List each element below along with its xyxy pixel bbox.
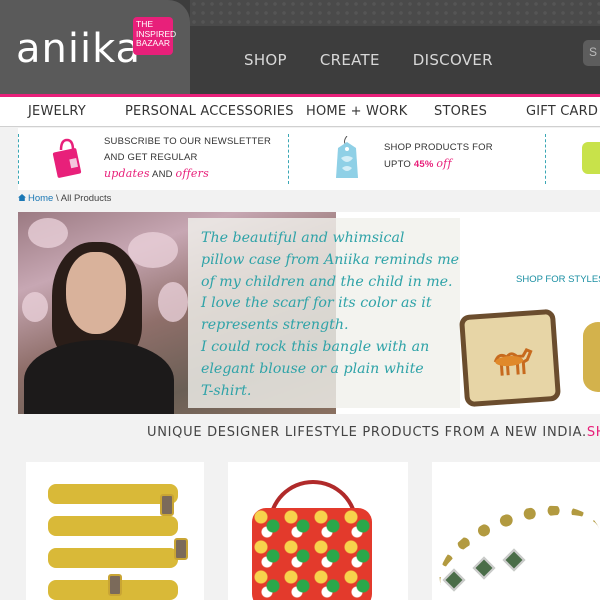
home-icon xyxy=(18,194,26,201)
nav-discover[interactable]: DISCOVER xyxy=(413,51,493,69)
logo-tag-line: BAZAAR xyxy=(136,38,171,48)
quote-line: pillow case from Aniika reminds me xyxy=(201,251,460,268)
newsletter-promo[interactable]: SUBSCRIBE TO OUR NEWSLETTER AND GET REGU… xyxy=(104,134,271,183)
camel-illustration xyxy=(493,347,533,376)
updates-text: updates xyxy=(104,167,150,180)
sale-percent: 45% xyxy=(413,159,434,170)
quote-line: elegant blouse or a plain white xyxy=(201,360,424,377)
nav-shop[interactable]: SHOP xyxy=(244,51,287,69)
promo-divider xyxy=(288,134,289,184)
cuff-band xyxy=(48,516,178,536)
quote-line: of my children and the child in me. xyxy=(201,273,453,290)
quote-line: I could rock this bangle with an xyxy=(201,338,430,355)
newsletter-line: AND GET REGULAR xyxy=(104,152,198,163)
sale-line: SHOP PRODUCTS FOR xyxy=(384,142,493,153)
cuff-band xyxy=(48,548,178,568)
quote-line: I love the scarf for its color as it xyxy=(201,295,432,312)
quote-line: T-shirt. xyxy=(201,382,252,399)
embroidered-purse-image xyxy=(252,508,372,600)
sale-promo[interactable]: SHOP PRODUCTS FOR UPTO 45% off xyxy=(384,140,493,173)
logo[interactable]: aniika THE INSPIRED BAZAAR xyxy=(0,0,190,94)
gold-cuff-image xyxy=(48,484,188,600)
site-tagline: UNIQUE DESIGNER LIFESTYLE PRODUCTS FROM … xyxy=(147,425,600,440)
logo-wordmark: aniika xyxy=(16,26,142,72)
upto-text: UPTO xyxy=(384,159,412,170)
logo-tagline-badge: THE INSPIRED BAZAAR xyxy=(133,17,176,55)
breadcrumb-current: All Products xyxy=(60,193,112,204)
main-nav: SHOP CREATE DISCOVER xyxy=(244,51,493,69)
and-text: AND xyxy=(152,169,173,180)
product-card[interactable] xyxy=(26,462,204,600)
sale-line: UPTO 45% off xyxy=(384,156,493,173)
person-face xyxy=(66,252,126,334)
newsletter-line: SUBSCRIBE TO OUR NEWSLETTER xyxy=(104,136,272,147)
promo-badge[interactable] xyxy=(582,142,600,174)
testimonial-quote: The beautiful and whimsical pillow case … xyxy=(201,228,471,402)
header-pattern xyxy=(190,0,600,26)
shop-all-link[interactable]: SHOP ALL PR xyxy=(587,425,600,440)
cuff-band xyxy=(48,484,178,504)
category-nav: JEWELRY PERSONAL ACCESSORIES HOME + WORK… xyxy=(0,97,600,127)
cuff-gem xyxy=(174,538,188,560)
person-body xyxy=(24,340,174,414)
quote-line: The beautiful and whimsical xyxy=(201,230,405,246)
product-card[interactable] xyxy=(228,462,408,600)
product-card[interactable] xyxy=(425,462,600,600)
category-gift-card[interactable]: GIFT CARD xyxy=(526,104,598,119)
breadcrumb-home[interactable]: Home xyxy=(28,193,53,204)
breadcrumb-separator: \ xyxy=(55,193,59,204)
category-personal-accessories[interactable]: PERSONAL ACCESSORIES xyxy=(125,104,294,119)
cuff-gem xyxy=(160,494,174,516)
off-text: off xyxy=(436,157,452,170)
breadcrumb: Home \ All Products xyxy=(18,193,111,204)
shop-for-styles-link[interactable]: SHOP FOR STYLES F xyxy=(516,274,600,285)
blossom xyxy=(22,292,48,322)
nav-create[interactable]: CREATE xyxy=(320,51,380,69)
page: aniika THE INSPIRED BAZAAR SHOP CREATE D… xyxy=(0,0,600,600)
tagline-text: UNIQUE DESIGNER LIFESTYLE PRODUCTS FROM … xyxy=(147,425,587,440)
blossom xyxy=(158,282,188,322)
bangle-product-image xyxy=(583,322,600,392)
promo-divider xyxy=(545,134,546,184)
blossom xyxy=(128,232,178,268)
promo-divider xyxy=(18,134,19,184)
newsletter-line: updates AND offers xyxy=(104,166,271,183)
search-input[interactable]: S xyxy=(583,40,600,66)
promo-strip: SUBSCRIBE TO OUR NEWSLETTER AND GET REGU… xyxy=(18,128,600,190)
blossom xyxy=(28,218,68,248)
category-jewelry[interactable]: JEWELRY xyxy=(28,104,86,119)
shopping-bag-icon xyxy=(52,138,82,178)
category-home-work[interactable]: HOME + WORK xyxy=(306,104,407,119)
pillow-product-image xyxy=(458,308,562,408)
hero-banner[interactable]: The beautiful and whimsical pillow case … xyxy=(18,212,600,414)
price-tag-icon xyxy=(336,136,358,178)
quote-line: represents strength. xyxy=(201,317,349,334)
offers-text: offers xyxy=(175,167,209,180)
category-stores[interactable]: STORES xyxy=(434,104,487,119)
cuff-gem xyxy=(108,574,122,596)
site-header: aniika THE INSPIRED BAZAAR SHOP CREATE D… xyxy=(0,0,600,94)
